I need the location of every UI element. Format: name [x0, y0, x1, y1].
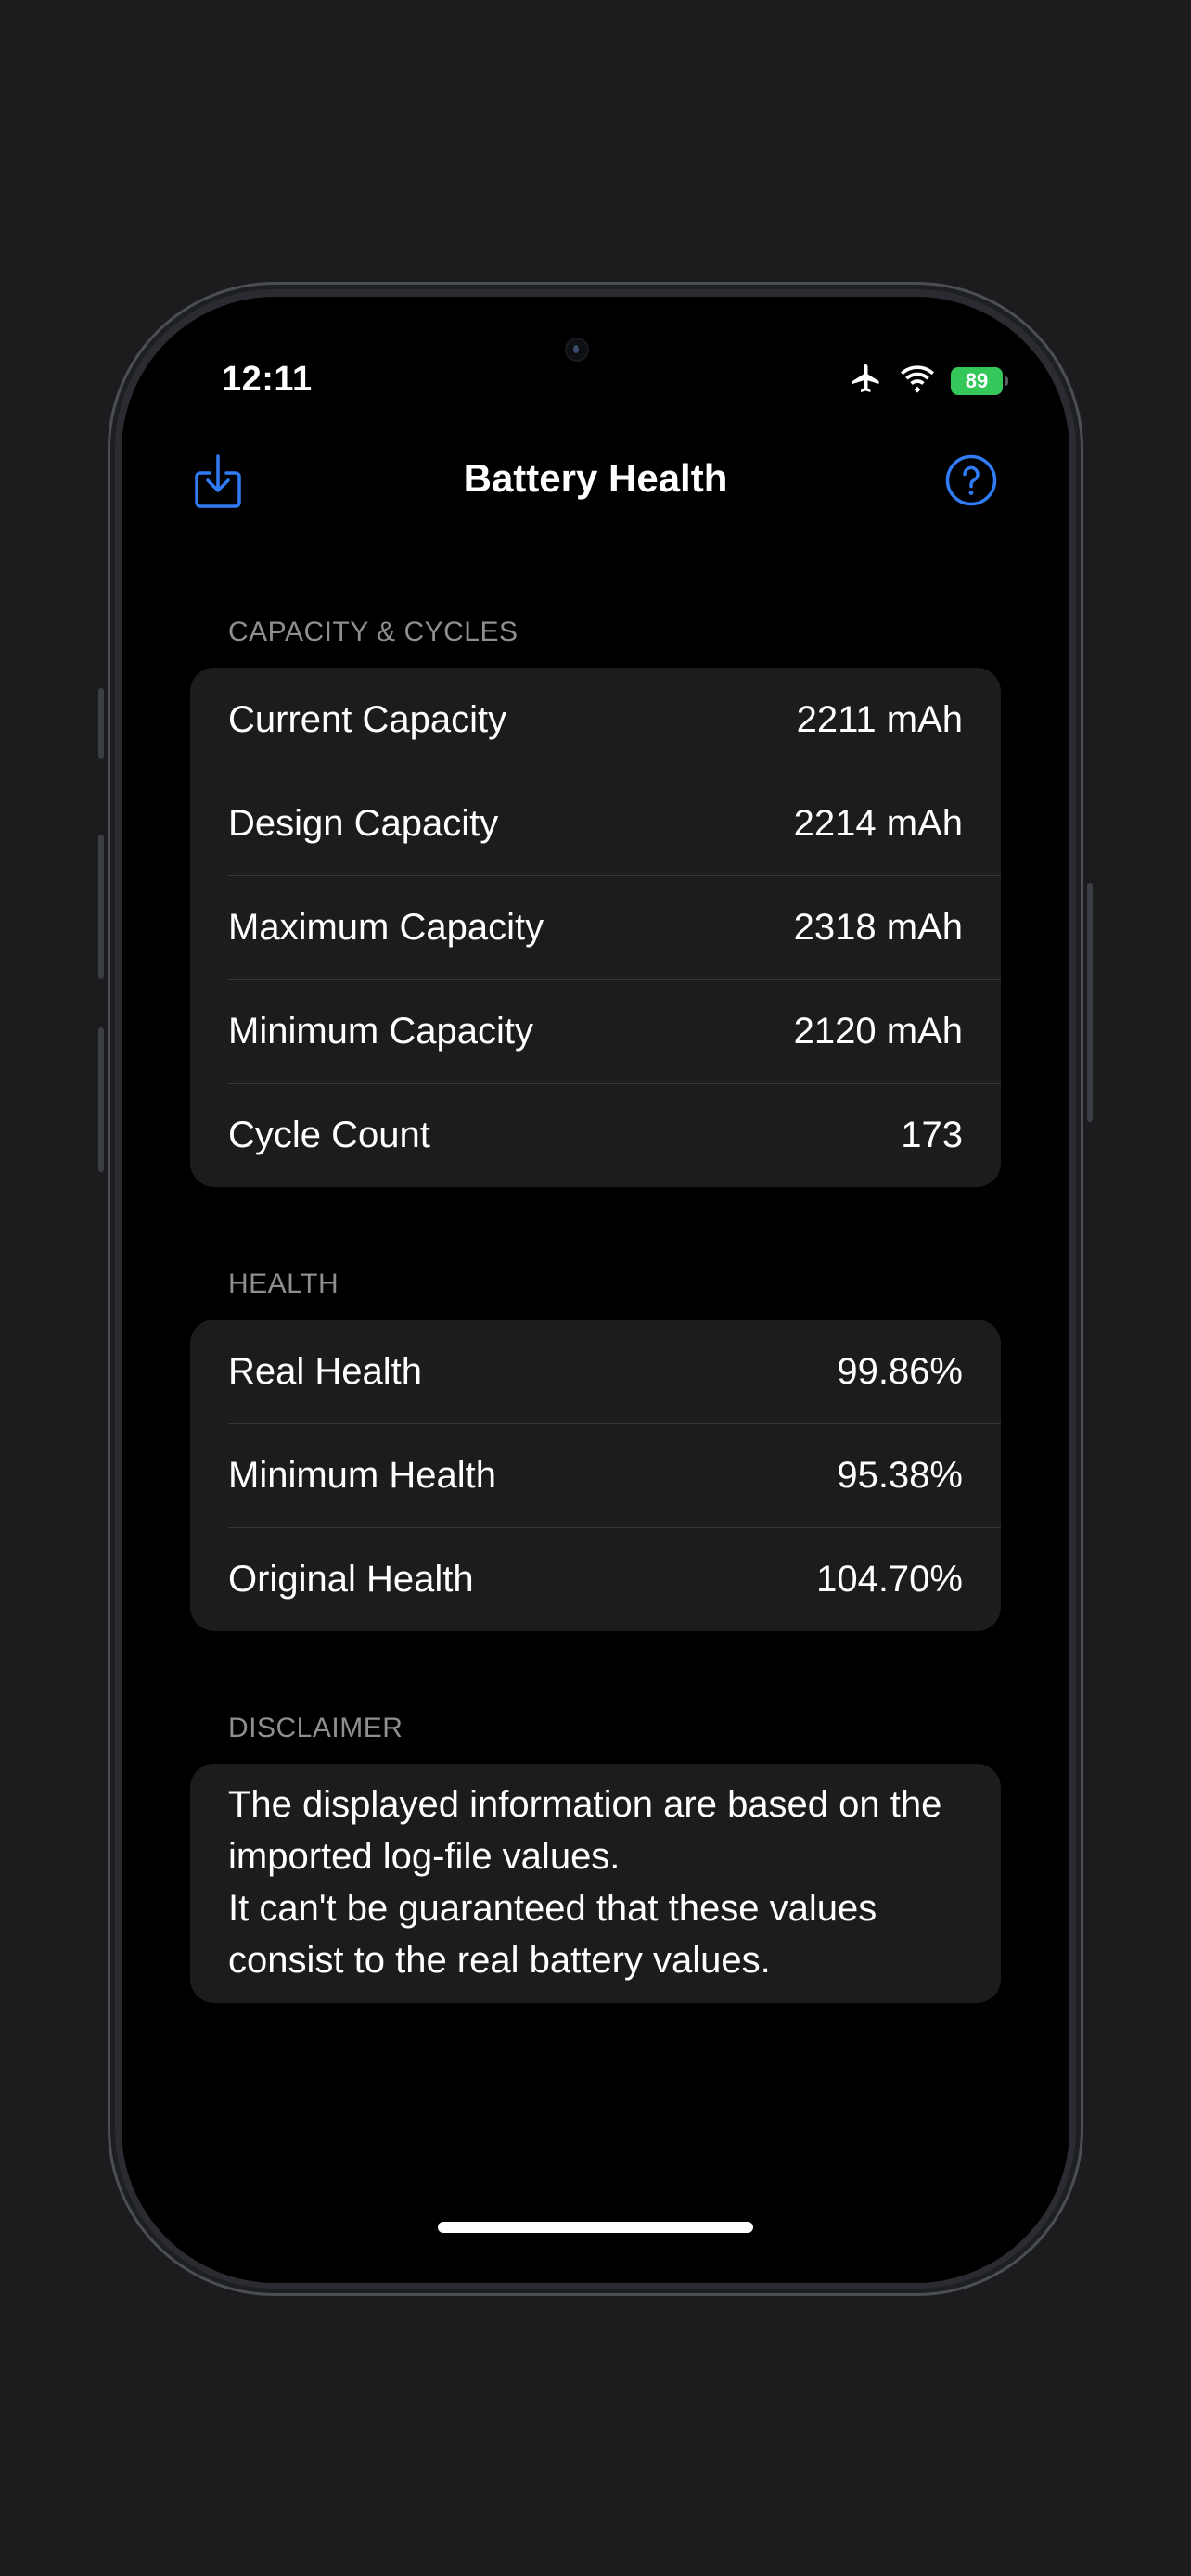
row-value: 2120 mAh	[793, 1010, 963, 1052]
home-indicator[interactable]	[438, 2222, 753, 2233]
row-value: 2318 mAh	[793, 906, 963, 948]
volume-up-button	[98, 835, 104, 979]
mute-switch	[98, 688, 104, 759]
row-label: Design Capacity	[228, 802, 499, 844]
row-value: 2214 mAh	[793, 802, 963, 844]
volume-down-button	[98, 1027, 104, 1172]
row-label: Real Health	[228, 1350, 423, 1392]
row-value: 95.38%	[837, 1454, 963, 1496]
power-button	[1087, 883, 1093, 1122]
row-value: 99.86%	[837, 1350, 963, 1392]
list-item: Design Capacity 2214 mAh	[190, 772, 1001, 875]
disclaimer-line-2: It can't be guaranteed that these values…	[228, 1888, 877, 1981]
list-item: Original Health 104.70%	[190, 1527, 1001, 1631]
airplane-icon	[849, 362, 884, 400]
row-value: 2211 mAh	[796, 698, 963, 740]
list-item: Minimum Health 95.38%	[190, 1423, 1001, 1527]
wifi-icon	[899, 363, 936, 398]
status-time: 12:11	[222, 360, 313, 399]
list-item: Current Capacity 2211 mAh	[190, 668, 1001, 772]
disclaimer-card: The displayed information are based on t…	[190, 1764, 1001, 2003]
section-header-health: HEALTH	[228, 1269, 339, 1299]
status-icons: 89	[849, 362, 1008, 400]
row-value: 104.70%	[816, 1558, 963, 1600]
list-item: Maximum Capacity 2318 mAh	[190, 875, 1001, 979]
row-label: Minimum Capacity	[228, 1010, 533, 1052]
health-group: Real Health 99.86% Minimum Health 95.38% O…	[190, 1320, 1001, 1631]
disclaimer-text: The displayed information are based on t…	[190, 1764, 1001, 2003]
row-label: Original Health	[228, 1558, 474, 1600]
section-header-disclaimer: DISCLAIMER	[228, 1713, 403, 1743]
list-item: Cycle Count 173	[190, 1083, 1001, 1187]
page-title: Battery Health	[463, 456, 728, 500]
list-item: Minimum Capacity 2120 mAh	[190, 979, 1001, 1083]
section-header-capacity: CAPACITY & CYCLES	[228, 617, 519, 647]
front-camera	[567, 339, 587, 360]
phone-screen: 12:11 89 Battery Health CAPACITY & CYCLE…	[122, 297, 1069, 2283]
row-label: Maximum Capacity	[228, 906, 544, 948]
help-button[interactable]	[945, 454, 997, 506]
list-item: Real Health 99.86%	[190, 1320, 1001, 1423]
battery-level: 89	[965, 368, 989, 392]
row-value: 173	[901, 1114, 963, 1155]
question-circle-icon	[945, 454, 997, 506]
row-label: Minimum Health	[228, 1454, 496, 1496]
capacity-group: Current Capacity 2211 mAh Design Capacity…	[190, 668, 1001, 1187]
row-label: Cycle Count	[228, 1114, 430, 1155]
disclaimer-line-1: The displayed information are based on t…	[228, 1784, 942, 1877]
battery-icon: 89	[951, 366, 1008, 395]
row-label: Current Capacity	[228, 698, 507, 740]
